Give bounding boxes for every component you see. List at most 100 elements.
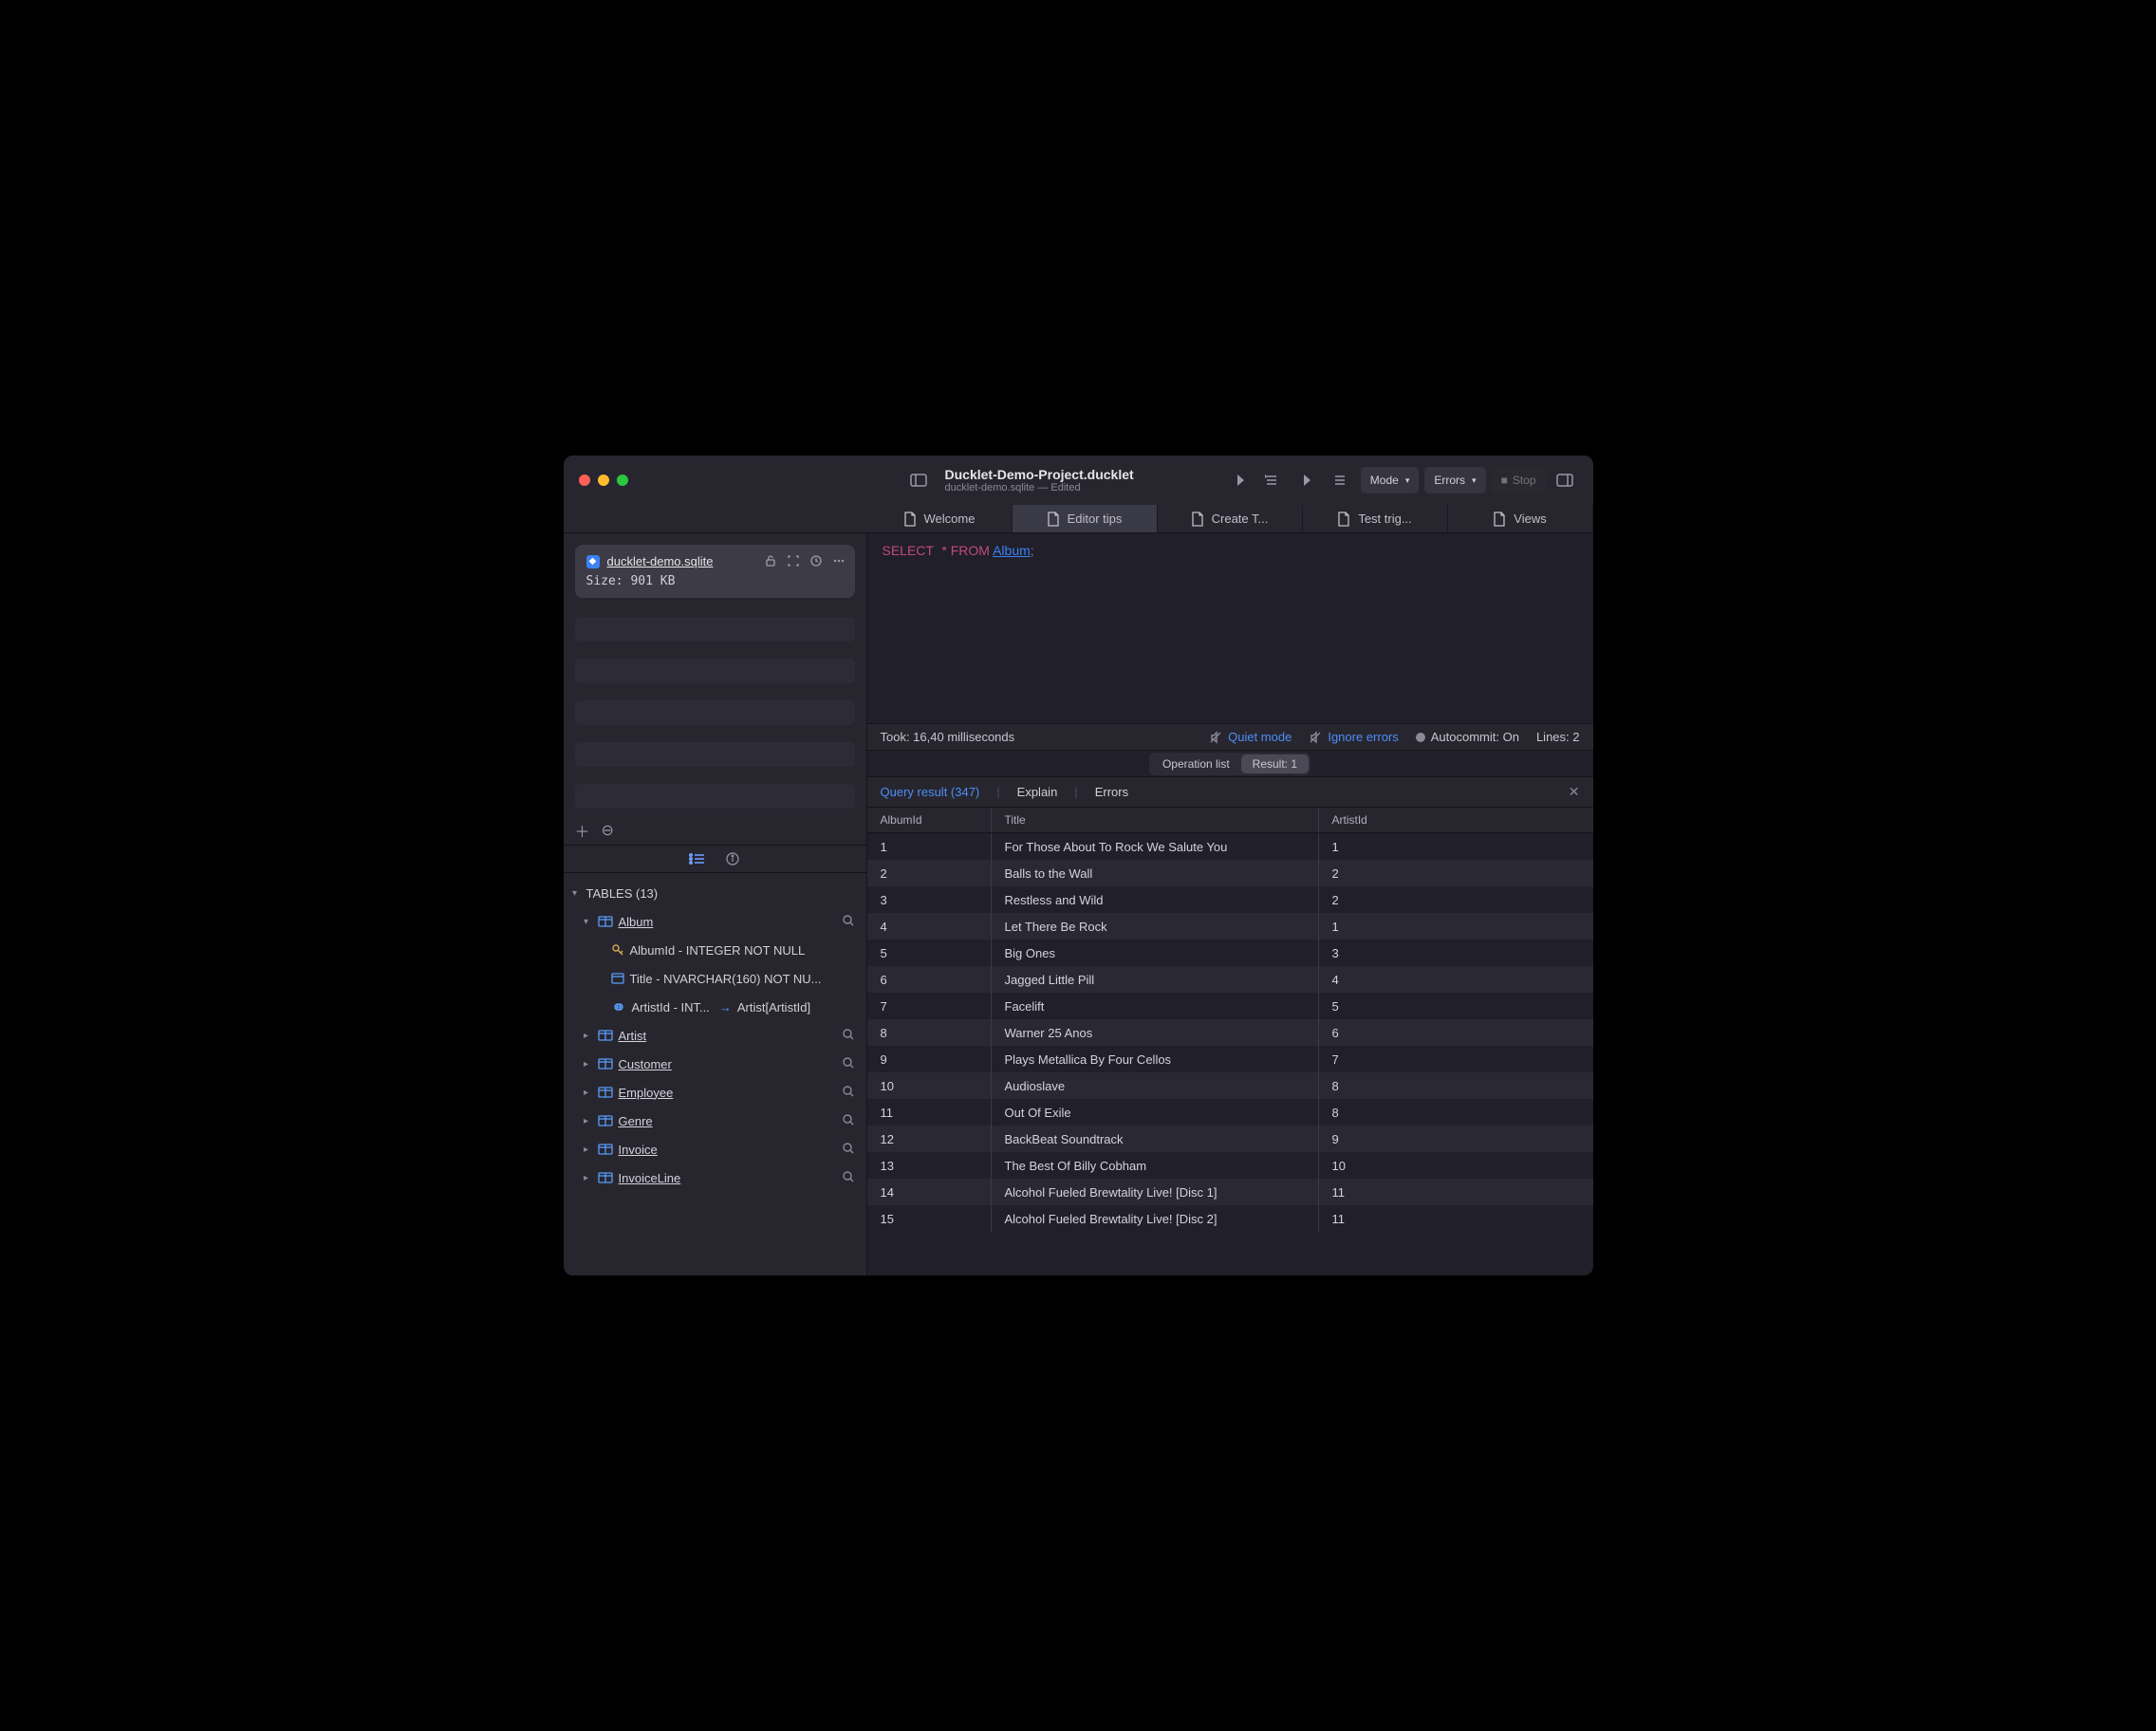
cell-albumid: 14 bbox=[867, 1179, 991, 1205]
run-all-button[interactable] bbox=[1297, 467, 1324, 493]
close-result-button[interactable]: ✕ bbox=[1569, 784, 1580, 800]
result-tab-query[interactable]: Query result (347) bbox=[881, 785, 980, 799]
cell-artistid: 3 bbox=[1318, 940, 1593, 966]
minimize-window-button[interactable] bbox=[598, 475, 609, 486]
search-icon[interactable] bbox=[842, 1085, 857, 1100]
tree-table-employee[interactable]: ▸Employee bbox=[564, 1078, 866, 1107]
table-row[interactable]: 4Let There Be Rock1 bbox=[867, 913, 1593, 940]
toggle-right-panel-button[interactable] bbox=[1552, 467, 1578, 493]
table-row[interactable]: 7Facelift5 bbox=[867, 993, 1593, 1019]
file-icon bbox=[903, 512, 917, 527]
table-row[interactable]: 3Restless and Wild2 bbox=[867, 886, 1593, 913]
column-header-artistid[interactable]: ArtistId bbox=[1318, 808, 1593, 832]
tab-create-t[interactable]: Create T... bbox=[1158, 505, 1303, 532]
cell-artistid: 5 bbox=[1318, 993, 1593, 1019]
search-icon[interactable] bbox=[842, 1056, 857, 1071]
tree-column-title[interactable]: Title - NVARCHAR(160) NOT NU... bbox=[564, 964, 866, 993]
chevron-right-icon: ▸ bbox=[581, 1145, 592, 1155]
placeholder-card bbox=[575, 742, 855, 767]
mode-dropdown[interactable]: Mode▾ bbox=[1361, 467, 1420, 493]
database-size: Size: 901 KB bbox=[586, 574, 844, 588]
result-tab-errors[interactable]: Errors bbox=[1095, 785, 1128, 799]
placeholder-card bbox=[575, 700, 855, 725]
search-icon[interactable] bbox=[842, 914, 857, 929]
more-icon[interactable] bbox=[830, 552, 847, 569]
tree-table-album[interactable]: ▾ Album bbox=[564, 907, 866, 936]
tree-table-genre[interactable]: ▸Genre bbox=[564, 1107, 866, 1135]
database-name: ducklet-demo.sqlite bbox=[607, 554, 714, 568]
search-icon[interactable] bbox=[842, 1170, 857, 1185]
table-row[interactable]: 12BackBeat Soundtrack9 bbox=[867, 1126, 1593, 1152]
result-table-body: 1For Those About To Rock We Salute You12… bbox=[867, 833, 1593, 1275]
cell-title: BackBeat Soundtrack bbox=[991, 1126, 1318, 1152]
status-took: Took: 16,40 milliseconds bbox=[881, 730, 1015, 744]
cell-albumid: 11 bbox=[867, 1099, 991, 1126]
cell-albumid: 7 bbox=[867, 993, 991, 1019]
clock-icon[interactable] bbox=[808, 552, 825, 569]
table-row[interactable]: 9Plays Metallica By Four Cellos7 bbox=[867, 1046, 1593, 1072]
cell-artistid: 7 bbox=[1318, 1046, 1593, 1072]
stop-button[interactable]: ■Stop bbox=[1492, 467, 1546, 493]
table-row[interactable]: 14Alcohol Fueled Brewtality Live! [Disc … bbox=[867, 1179, 1593, 1205]
result-tab-explain[interactable]: Explain bbox=[1017, 785, 1058, 799]
tree-table-invoice[interactable]: ▸Invoice bbox=[564, 1135, 866, 1163]
maximize-window-button[interactable] bbox=[617, 475, 628, 486]
tab-views[interactable]: Views bbox=[1448, 505, 1593, 532]
chevron-down-icon: ▾ bbox=[1472, 475, 1477, 486]
column-header-albumid[interactable]: AlbumId bbox=[867, 808, 991, 832]
search-icon[interactable] bbox=[842, 1028, 857, 1043]
run-button[interactable] bbox=[1231, 467, 1257, 493]
tab-welcome[interactable]: Welcome bbox=[867, 505, 1013, 532]
run-list-button[interactable] bbox=[1326, 467, 1352, 493]
table-row[interactable]: 15Alcohol Fueled Brewtality Live! [Disc … bbox=[867, 1205, 1593, 1232]
scan-icon[interactable] bbox=[785, 552, 802, 569]
table-icon bbox=[598, 1114, 613, 1127]
table-row[interactable]: 11Out Of Exile8 bbox=[867, 1099, 1593, 1126]
tab-editor-tips[interactable]: Editor tips bbox=[1013, 505, 1158, 532]
table-row[interactable]: 5Big Ones3 bbox=[867, 940, 1593, 966]
pill-result[interactable]: Result: 1 bbox=[1241, 754, 1309, 773]
table-row[interactable]: 1For Those About To Rock We Salute You1 bbox=[867, 833, 1593, 860]
table-row[interactable]: 13The Best Of Billy Cobham10 bbox=[867, 1152, 1593, 1179]
tree-table-invoiceline[interactable]: ▸InvoiceLine bbox=[564, 1163, 866, 1192]
sidebar-tabs bbox=[564, 845, 866, 873]
table-icon bbox=[598, 1057, 613, 1070]
search-icon[interactable] bbox=[842, 1142, 857, 1157]
table-icon bbox=[598, 1143, 613, 1156]
sql-editor[interactable]: SELECT * FROM Album; bbox=[867, 533, 1593, 723]
tree-table-artist[interactable]: ▸Artist bbox=[564, 1021, 866, 1050]
tree-column-artistid[interactable]: ArtistId - INT... → Artist[ArtistId] bbox=[564, 993, 866, 1021]
info-tab-icon[interactable] bbox=[725, 851, 740, 866]
close-window-button[interactable] bbox=[579, 475, 590, 486]
plus-button[interactable]: ＋ bbox=[575, 819, 590, 842]
cell-albumid: 13 bbox=[867, 1152, 991, 1179]
table-row[interactable]: 8Warner 25 Anos6 bbox=[867, 1019, 1593, 1046]
table-row[interactable]: 2Balls to the Wall2 bbox=[867, 860, 1593, 886]
tree-table-customer[interactable]: ▸Customer bbox=[564, 1050, 866, 1078]
main-pane: SELECT * FROM Album; Took: 16,40 millise… bbox=[867, 533, 1593, 1275]
errors-dropdown[interactable]: Errors▾ bbox=[1424, 467, 1485, 493]
result-table-header: AlbumId Title ArtistId bbox=[867, 807, 1593, 833]
lock-icon[interactable] bbox=[762, 552, 779, 569]
chevron-down-icon: ▾ bbox=[569, 888, 581, 899]
minus-button[interactable]: ⊖ bbox=[602, 821, 614, 840]
cell-albumid: 9 bbox=[867, 1046, 991, 1072]
column-header-title[interactable]: Title bbox=[991, 808, 1318, 832]
toggle-left-panel-button[interactable] bbox=[905, 467, 932, 493]
tree-column-albumid[interactable]: AlbumId - INTEGER NOT NULL bbox=[564, 936, 866, 964]
tab-test-trig[interactable]: Test trig... bbox=[1303, 505, 1448, 532]
run-step-button[interactable] bbox=[1259, 467, 1286, 493]
autocommit-status[interactable]: Autocommit: On bbox=[1416, 730, 1519, 744]
list-tab-icon[interactable] bbox=[689, 852, 706, 866]
pill-operation-list[interactable]: Operation list bbox=[1151, 754, 1241, 773]
table-row[interactable]: 10Audioslave8 bbox=[867, 1072, 1593, 1099]
cell-artistid: 8 bbox=[1318, 1099, 1593, 1126]
database-card[interactable]: ◆ ducklet-demo.sqlite Size: 901 KB bbox=[575, 545, 855, 598]
ignore-errors-toggle[interactable]: Ignore errors bbox=[1309, 730, 1398, 744]
table-row[interactable]: 6Jagged Little Pill4 bbox=[867, 966, 1593, 993]
search-icon[interactable] bbox=[842, 1113, 857, 1128]
cell-artistid: 11 bbox=[1318, 1179, 1593, 1205]
tree-tables-header[interactable]: ▾ TABLES (13) bbox=[564, 879, 866, 907]
quiet-mode-toggle[interactable]: Quiet mode bbox=[1209, 730, 1292, 744]
cell-artistid: 4 bbox=[1318, 966, 1593, 993]
